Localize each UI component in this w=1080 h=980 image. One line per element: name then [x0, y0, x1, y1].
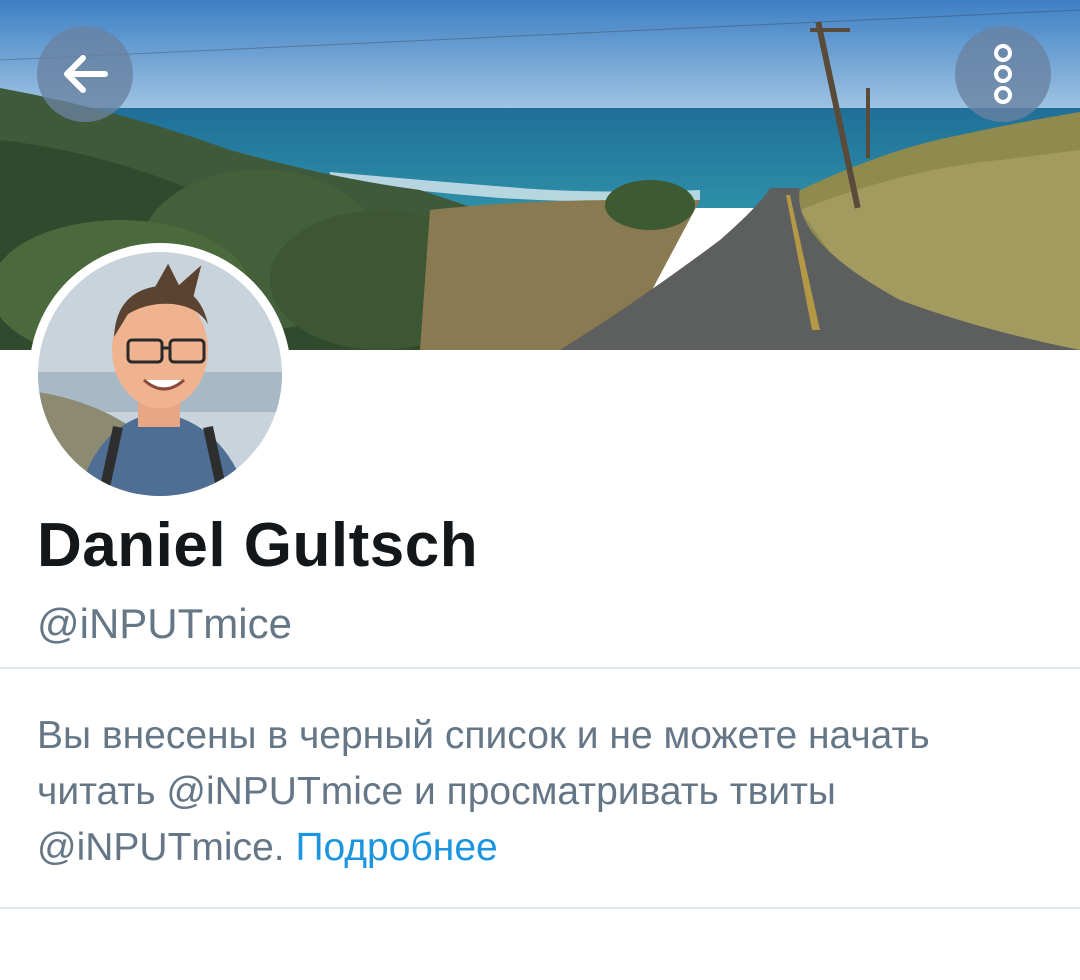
- avatar-photo: [38, 252, 282, 496]
- blocked-notice: Вы внесены в черный список и не можете н…: [37, 708, 1047, 876]
- more-vertical-icon: [988, 42, 1018, 106]
- divider: [0, 667, 1080, 669]
- profile-display-name: Daniel Gultsch: [37, 511, 479, 580]
- more-options-button[interactable]: [955, 26, 1051, 122]
- profile-handle: @iNPUTmice: [37, 600, 292, 647]
- back-button[interactable]: [37, 26, 133, 122]
- profile-avatar[interactable]: [29, 243, 291, 505]
- learn-more-link[interactable]: Подробнее: [295, 826, 497, 869]
- arrow-left-icon: [57, 46, 113, 102]
- divider: [0, 907, 1080, 909]
- profile-page: Daniel Gultsch @iNPUTmice Вы внесены в ч…: [0, 0, 1080, 980]
